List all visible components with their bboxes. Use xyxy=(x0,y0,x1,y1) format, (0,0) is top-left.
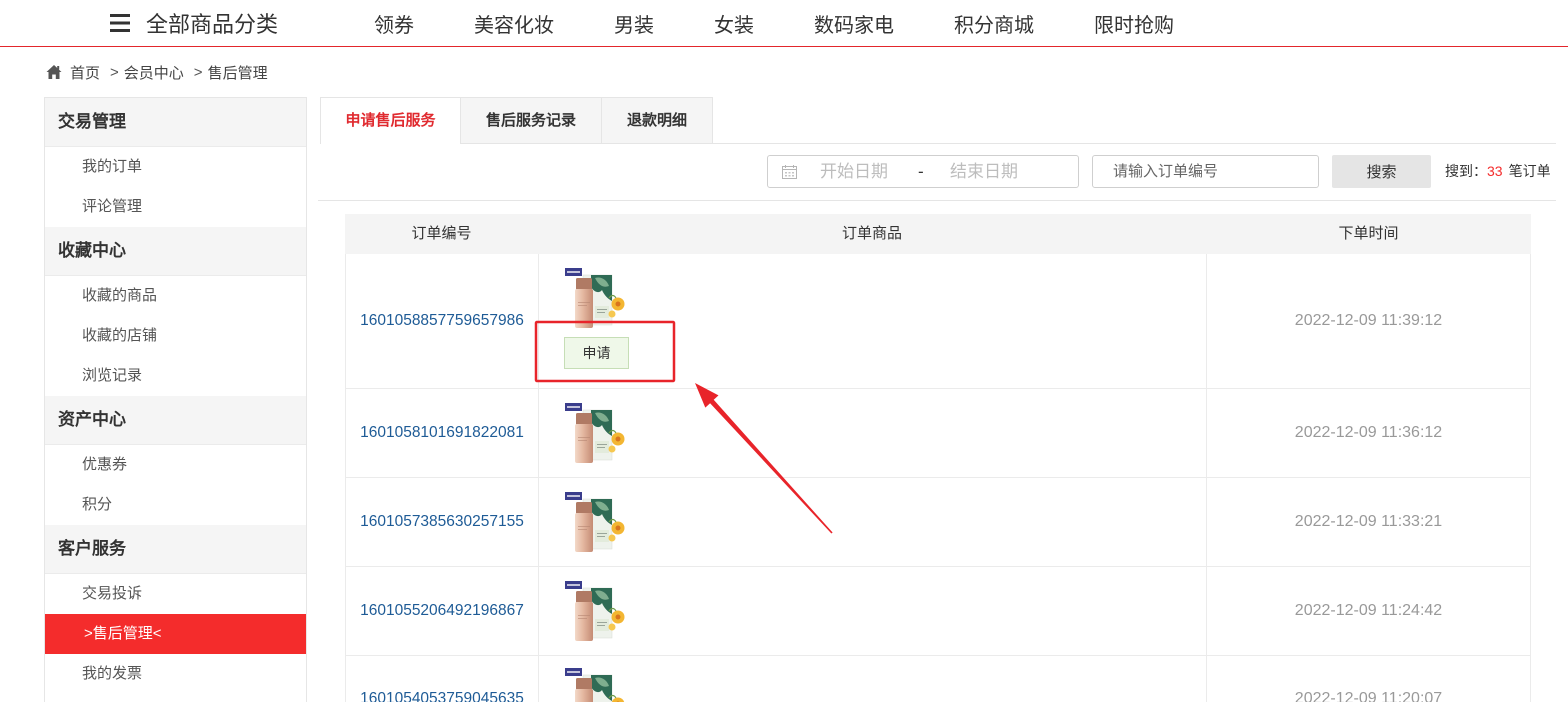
main-nav: 领券 美容化妆 男装 女装 数码家电 积分商城 限时抢购 xyxy=(374,0,1174,46)
product-cell xyxy=(539,656,1207,702)
end-date-input[interactable] xyxy=(950,156,1042,187)
member-sidebar: 交易管理 我的订单 评论管理 收藏中心 收藏的商品 收藏的店铺 浏览记录 资产中… xyxy=(44,97,307,702)
order-no-cell: 1601057385630257155 xyxy=(346,478,539,566)
sidebar-section-customer-service: 客户服务 xyxy=(45,525,306,574)
product-thumbnail[interactable] xyxy=(565,581,625,641)
orders-table: 订单编号 订单商品 下单时间 1601058857759657986 申请 20… xyxy=(345,214,1531,702)
sidebar-item-my-orders[interactable]: 我的订单 xyxy=(45,147,306,187)
order-time-cell: 2022-12-09 11:24:42 xyxy=(1207,567,1530,655)
column-header-order-time: 下单时间 xyxy=(1338,225,1399,242)
nav-item-menswear[interactable]: 男装 xyxy=(614,9,654,38)
column-header-products: 订单商品 xyxy=(841,225,902,242)
product-cell: 申请 xyxy=(539,254,1207,388)
sidebar-item-fav-products[interactable]: 收藏的商品 xyxy=(45,276,306,316)
breadcrumb-separator: > xyxy=(193,63,203,81)
product-thumbnail[interactable] xyxy=(565,668,625,702)
date-range-picker: - xyxy=(767,155,1079,188)
breadcrumb-current: 售后管理 xyxy=(207,64,268,82)
table-row: 1601057385630257155 2022-12-09 11:33:21 xyxy=(345,478,1531,567)
order-no-cell: 1601058101691822081 xyxy=(346,389,539,477)
order-no-cell: 1601058857759657986 xyxy=(346,254,539,388)
order-number-link[interactable]: 1601054053759045635 xyxy=(346,688,538,702)
date-range-separator: - xyxy=(918,162,924,181)
nav-item-flash-sale[interactable]: 限时抢购 xyxy=(1094,9,1174,38)
sidebar-section-assets: 资产中心 xyxy=(45,396,306,445)
nav-item-coupons[interactable]: 领券 xyxy=(374,9,414,38)
order-number-input[interactable] xyxy=(1092,155,1319,188)
sidebar-item-points[interactable]: 积分 xyxy=(45,485,306,525)
home-icon[interactable] xyxy=(46,64,62,80)
order-time-cell: 2022-12-09 11:33:21 xyxy=(1207,478,1530,566)
table-row: 1601055206492196867 2022-12-09 11:24:42 xyxy=(345,567,1531,656)
menu-icon xyxy=(110,14,130,32)
breadcrumb: 首页 > 会员中心 > 售后管理 xyxy=(46,62,268,82)
order-time-cell: 2022-12-09 11:39:12 xyxy=(1207,254,1530,388)
order-number-link[interactable]: 1601058101691822081 xyxy=(360,424,524,442)
sidebar-item-complaints[interactable]: 交易投诉 xyxy=(45,574,306,614)
table-header: 订单编号 订单商品 下单时间 xyxy=(345,214,1531,254)
breadcrumb-member-center[interactable]: 会员中心 xyxy=(124,62,184,83)
order-time-cell: 2022-12-09 11:36:12 xyxy=(1207,389,1530,477)
all-categories-label: 全部商品分类 xyxy=(146,12,279,37)
nav-item-beauty[interactable]: 美容化妆 xyxy=(474,9,554,38)
order-time-cell: 2022-12-09 11:20:07 xyxy=(1207,656,1530,702)
apply-after-sales-button[interactable]: 申请 xyxy=(564,337,629,369)
sidebar-item-browse-history[interactable]: 浏览记录 xyxy=(45,356,306,396)
order-time: 2022-12-09 11:33:21 xyxy=(1294,513,1443,530)
order-time: 2022-12-09 11:20:07 xyxy=(1294,690,1443,702)
tab-apply-after-sales[interactable]: 申请售后服务 xyxy=(320,97,461,144)
column-header-order-no: 订单编号 xyxy=(411,225,472,242)
sidebar-section-trade: 交易管理 xyxy=(45,98,306,147)
product-thumbnail[interactable] xyxy=(565,268,625,328)
product-cell xyxy=(539,567,1207,655)
table-row: 1601058101691822081 2022-12-09 11:36:12 xyxy=(345,389,1531,478)
breadcrumb-home[interactable]: 首页 xyxy=(70,62,100,83)
section-divider xyxy=(318,200,1556,201)
table-row: 1601058857759657986 申请 2022-12-09 11:39:… xyxy=(345,254,1531,389)
order-number-link[interactable]: 1601057385630257155 xyxy=(360,513,524,531)
table-row: 1601054053759045635 2022-12-09 11:20:07 xyxy=(345,656,1531,702)
product-cell xyxy=(539,389,1207,477)
order-time: 2022-12-09 11:36:12 xyxy=(1294,424,1443,441)
order-time: 2022-12-09 11:39:12 xyxy=(1294,312,1443,329)
tab-refund-details[interactable]: 退款明细 xyxy=(601,97,713,143)
order-time: 2022-12-09 11:24:42 xyxy=(1294,602,1443,619)
product-cell xyxy=(539,478,1207,566)
search-button[interactable]: 搜索 xyxy=(1332,155,1431,188)
order-no-cell: 1601055206492196867 xyxy=(346,567,539,655)
calendar-icon[interactable] xyxy=(782,165,797,179)
top-nav-bar: 全部商品分类 领券 美容化妆 男装 女装 数码家电 积分商城 限时抢购 xyxy=(0,0,1568,47)
product-thumbnail[interactable] xyxy=(565,403,625,463)
order-number-link[interactable]: 1601058857759657986 xyxy=(360,312,524,330)
all-categories-menu[interactable]: 全部商品分类 xyxy=(110,0,278,46)
order-no-cell: 1601054053759045635 xyxy=(346,656,539,702)
result-suffix: 笔订单 xyxy=(1508,163,1551,179)
nav-item-points-mall[interactable]: 积分商城 xyxy=(954,9,1034,38)
nav-item-womenswear[interactable]: 女装 xyxy=(714,9,754,38)
result-count: 33 xyxy=(1487,163,1503,179)
sidebar-item-after-sales[interactable]: >售后管理< xyxy=(45,614,306,654)
sidebar-item-reviews[interactable]: 评论管理 xyxy=(45,187,306,227)
order-number-link[interactable]: 1601055206492196867 xyxy=(360,602,524,620)
start-date-input[interactable] xyxy=(820,156,912,187)
sidebar-item-fav-shops[interactable]: 收藏的店铺 xyxy=(45,316,306,356)
product-thumbnail[interactable] xyxy=(565,492,625,552)
breadcrumb-separator: > xyxy=(110,63,119,81)
sidebar-item-coupons[interactable]: 优惠券 xyxy=(45,445,306,485)
after-sales-tabs: 申请售后服务 售后服务记录 退款明细 xyxy=(320,97,1556,144)
sidebar-section-favorites: 收藏中心 xyxy=(45,227,306,276)
search-result-summary: 搜到：33 笔订单 xyxy=(1445,155,1551,188)
nav-item-electronics[interactable]: 数码家电 xyxy=(814,9,894,38)
sidebar-item-invoices[interactable]: 我的发票 xyxy=(45,654,306,694)
result-prefix: 搜到： xyxy=(1445,163,1487,179)
tab-after-sales-records[interactable]: 售后服务记录 xyxy=(460,97,602,143)
